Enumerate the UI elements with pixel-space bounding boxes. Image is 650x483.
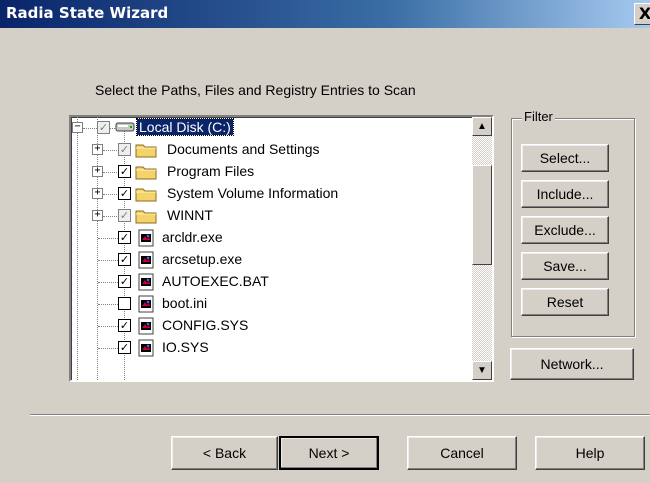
tree-item-label: Local Disk (C:) <box>136 118 234 136</box>
exclude-button[interactable]: Exclude... <box>521 216 609 244</box>
scroll-up-button[interactable]: ▲ <box>472 117 492 136</box>
tree-item-label: WINNT <box>167 207 213 223</box>
tree-row[interactable]: ✓ arcldr.exe <box>71 227 468 249</box>
expand-icon[interactable]: + <box>92 166 103 177</box>
scroll-down-button[interactable]: ▼ <box>472 361 492 380</box>
network-button[interactable]: Network... <box>510 348 634 380</box>
tree-checkbox[interactable]: ✓ <box>118 187 131 200</box>
tree-checkbox[interactable]: ✓ <box>118 209 131 222</box>
instruction-text: Select the Paths, Files and Registry Ent… <box>95 82 416 98</box>
tree-connector <box>98 348 118 349</box>
collapse-icon[interactable]: − <box>72 122 83 133</box>
tree-row[interactable]: + ✓ Documents and Settings <box>71 139 468 161</box>
tree-connector <box>98 326 118 327</box>
expand-icon[interactable]: + <box>92 144 103 155</box>
back-button[interactable]: < Back <box>171 436 278 470</box>
file-icon <box>138 317 154 338</box>
folder-icon <box>135 186 157 205</box>
tree-checkbox[interactable]: ✓ <box>118 143 131 156</box>
tree-checkbox[interactable]: ✓ <box>118 319 131 332</box>
expand-icon[interactable]: + <box>92 188 103 199</box>
tree-connector <box>98 282 118 283</box>
close-button[interactable]: X <box>634 3 650 25</box>
scroll-thumb[interactable] <box>472 165 492 265</box>
file-icon <box>138 273 154 294</box>
folder-icon <box>135 164 157 183</box>
file-icon <box>138 295 154 316</box>
tree-row[interactable]: ✓ CONFIG.SYS <box>71 315 468 337</box>
tree-row[interactable]: + ✓ WINNT <box>71 205 468 227</box>
tree-checkbox[interactable]: ✓ <box>118 165 131 178</box>
title-bar: Radia State Wizard X <box>0 0 650 28</box>
tree-row[interactable]: boot.ini <box>71 293 468 315</box>
tree-row[interactable]: ✓ IO.SYS <box>71 337 468 359</box>
tree-item-label: CONFIG.SYS <box>162 317 249 333</box>
tree-checkbox[interactable]: ✓ <box>118 253 131 266</box>
tree-item-label: arcsetup.exe <box>162 251 243 267</box>
file-icon <box>138 339 154 360</box>
help-button[interactable]: Help <box>535 436 645 470</box>
tree-scrollbar[interactable]: ▲ ▼ <box>472 117 492 380</box>
folder-icon <box>135 142 157 161</box>
next-button[interactable]: Next > <box>279 436 379 470</box>
tree-item-label: arcldr.exe <box>162 229 223 245</box>
tree-item-label: boot.ini <box>162 295 208 311</box>
tree-row[interactable]: ✓ AUTOEXEC.BAT <box>71 271 468 293</box>
tree-row[interactable]: ✓ arcsetup.exe <box>71 249 468 271</box>
tree-item-label: Program Files <box>167 163 255 179</box>
tree-checkbox[interactable]: ✓ <box>118 275 131 288</box>
file-icon <box>138 229 154 250</box>
tree-row[interactable]: + ✓ System Volume Information <box>71 183 468 205</box>
drive-icon <box>115 120 135 137</box>
reset-button[interactable]: Reset <box>521 288 609 316</box>
tree-item-label: AUTOEXEC.BAT <box>162 273 269 289</box>
file-tree[interactable]: − ✓ Local Disk (C:) + ✓ Documents and Setting… <box>69 115 494 382</box>
tree-item-label: IO.SYS <box>162 339 209 355</box>
filter-label: Filter <box>522 109 555 124</box>
tree-connector <box>98 260 118 261</box>
folder-icon <box>135 208 157 227</box>
expand-icon[interactable]: + <box>92 210 103 221</box>
save-button[interactable]: Save... <box>521 252 609 280</box>
tree-checkbox[interactable] <box>118 297 131 310</box>
tree-checkbox[interactable]: ✓ <box>97 121 110 134</box>
tree-checkbox[interactable]: ✓ <box>118 341 131 354</box>
footer-separator <box>30 414 650 416</box>
tree-connector <box>98 304 118 305</box>
select-button[interactable]: Select... <box>521 144 609 172</box>
tree-connector <box>98 238 118 239</box>
window-title: Radia State Wizard <box>6 4 169 22</box>
tree-row[interactable]: + ✓ Program Files <box>71 161 468 183</box>
tree-checkbox[interactable]: ✓ <box>118 231 131 244</box>
tree-row[interactable]: − ✓ Local Disk (C:) <box>71 117 468 139</box>
cancel-button[interactable]: Cancel <box>407 436 517 470</box>
file-icon <box>138 251 154 272</box>
tree-item-label: System Volume Information <box>167 185 339 201</box>
tree-item-label: Documents and Settings <box>167 141 320 157</box>
include-button[interactable]: Include... <box>521 180 609 208</box>
